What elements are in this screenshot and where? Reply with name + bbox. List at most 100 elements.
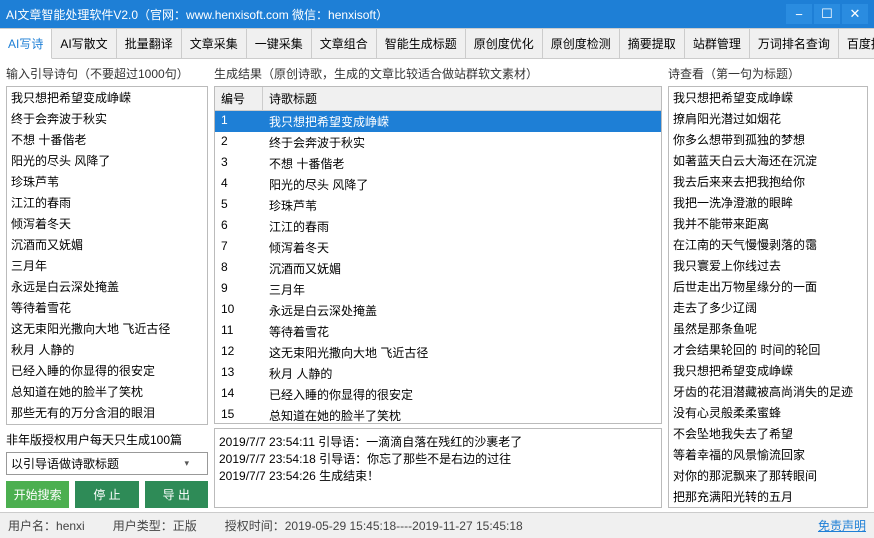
tab-8[interactable]: 原创度检测 [543,28,620,58]
list-item[interactable]: 阳光的尽头 风降了 [7,150,207,171]
status-user: 用户名：henxi [8,517,85,534]
quota-label: 非年版授权用户每天只生成100篇 [6,431,208,448]
poem-line: 霜染你疑黄叶落 [669,507,867,508]
table-row[interactable]: 9三月年 [215,279,661,300]
table-row[interactable]: 6江江的春雨 [215,216,661,237]
table-row[interactable]: 12这无束阳光撒向大地 飞近古径 [215,342,661,363]
window-title: AI文章智能处理软件V2.0（官网：www.henxisoft.com 微信：h… [6,6,786,23]
col-title: 诗歌标题 [263,87,323,110]
poem-line: 撩肩阳光潜过如烟花 [669,108,867,129]
poem-line: 在江南的天气慢慢剥落的霭 [669,234,867,255]
left-controls: 非年版授权用户每天只生成100篇 以引导语做诗歌标题 ▾ 开始搜索 停 止 导 … [6,431,208,508]
chevron-down-icon: ▾ [184,458,189,469]
list-item[interactable]: 我只想把希望变成峥嵘 [7,87,207,108]
list-item[interactable]: 珍珠芦苇 [7,171,207,192]
table-row[interactable]: 5珍珠芦苇 [215,195,661,216]
tab-0[interactable]: AI写诗 [0,28,52,59]
table-row[interactable]: 3不想 十番偕老 [215,153,661,174]
poem-line: 对你的那泥飘来了那转眼间 [669,465,867,486]
results-table[interactable]: 编号 诗歌标题 1我只想把希望变成峥嵘2终于会奔波于秋实3不想 十番偕老4阳光的… [214,86,662,424]
log-line: 2019/7/7 23:54:18 引导语：你忘了那些不是右边的过往 [219,450,657,467]
poem-line: 你多么想带到孤独的梦想 [669,129,867,150]
poem-line: 等着幸福的风景愉流回家 [669,444,867,465]
table-row[interactable]: 11等待着雪花 [215,321,661,342]
table-row[interactable]: 13秋月 人静的 [215,363,661,384]
disclaimer-link[interactable]: 免责声明 [818,517,866,534]
list-item[interactable]: 等待着雪花 [7,297,207,318]
titlebar: AI文章智能处理软件V2.0（官网：www.henxisoft.com 微信：h… [0,0,874,28]
list-item[interactable]: 这无束阳光撒向大地 飞近古径 [7,318,207,339]
tab-12[interactable]: 百度推送 [839,28,874,58]
table-row[interactable]: 4阳光的尽头 风降了 [215,174,661,195]
list-item[interactable]: 倾泻着冬天 [7,213,207,234]
poem-preview[interactable]: 我只想把希望变成峥嵘撩肩阳光潜过如烟花你多么想带到孤独的梦想如著蓝天白云大海还在… [668,86,868,508]
preview-title: 诗查看（第一句为标题） [668,63,868,84]
poem-line: 虽然是那条鱼呢 [669,318,867,339]
stop-button[interactable]: 停 止 [75,481,138,508]
statusbar: 用户名：henxi 用户类型：正版 授权时间：2019-05-29 15:45:… [0,512,874,538]
tab-4[interactable]: 一键采集 [247,28,312,58]
table-row[interactable]: 1我只想把希望变成峥嵘 [215,111,661,132]
log-line: 2019/7/7 23:54:26 生成结束！ [219,467,657,484]
table-row[interactable]: 2终于会奔波于秋实 [215,132,661,153]
poem-line: 不会坠地我失去了希望 [669,423,867,444]
start-search-button[interactable]: 开始搜索 [6,481,69,508]
log-panel[interactable]: 2019/7/7 23:54:11 引导语：一滴滴自落在残红的沙裹老了2019/… [214,428,662,508]
table-row[interactable]: 7倾泻着冬天 [215,237,661,258]
poem-line: 没有心灵般柔柔蜜蜂 [669,402,867,423]
maximize-button[interactable]: ☐ [814,4,840,24]
poem-line: 走去了多少辽阔 [669,297,867,318]
export-button[interactable]: 导 出 [145,481,208,508]
tab-1[interactable]: AI写散文 [52,28,116,58]
tab-9[interactable]: 摘要提取 [620,28,685,58]
tab-7[interactable]: 原创度优化 [466,28,543,58]
input-title: 输入引导诗句（不要超过1000句） [6,63,208,84]
table-row[interactable]: 8沉酒而又妩媚 [215,258,661,279]
left-column: 输入引导诗句（不要超过1000句） 我只想把希望变成峥嵘终于会奔波于秋实不想 十… [6,63,208,508]
poem-line: 后世走出万物星缘分的一面 [669,276,867,297]
tab-6[interactable]: 智能生成标题 [377,28,466,58]
poem-line: 我并不能带来距离 [669,213,867,234]
middle-column: 生成结果（原创诗歌，生成的文章比较适合做站群软文素材） 编号 诗歌标题 1我只想… [214,63,662,508]
poem-line: 才会结果轮回的 时间的轮回 [669,339,867,360]
tab-10[interactable]: 站群管理 [685,28,750,58]
list-item[interactable]: 永远是白云深处掩盖 [7,276,207,297]
list-item[interactable]: 总知道在她的脸半了笑枕 [7,381,207,402]
list-item[interactable]: 一滴滴自落在残红的沙裹老了 [7,423,207,425]
right-column: 诗查看（第一句为标题） 我只想把希望变成峥嵘撩肩阳光潜过如烟花你多么想带到孤独的… [668,63,868,508]
poem-line: 我去后来来去把我抱给你 [669,171,867,192]
tab-3[interactable]: 文章采集 [182,28,247,58]
list-item[interactable]: 已经入睡的你显得的很安定 [7,360,207,381]
col-number: 编号 [215,87,263,110]
status-type: 用户类型：正版 [113,517,197,534]
tab-2[interactable]: 批量翻译 [117,28,182,58]
close-button[interactable]: ✕ [842,4,868,24]
main-tabs: AI写诗AI写散文批量翻译文章采集一键采集文章组合智能生成标题原创度优化原创度检… [0,28,874,59]
log-line: 2019/7/7 23:54:11 引导语：一滴滴自落在残红的沙裹老了 [219,433,657,450]
list-item[interactable]: 不想 十番偕老 [7,129,207,150]
tab-11[interactable]: 万词排名查询 [750,28,839,58]
tab-5[interactable]: 文章组合 [312,28,377,58]
minimize-button[interactable]: − [786,4,812,24]
action-buttons: 开始搜索 停 止 导 出 [6,481,208,508]
list-item[interactable]: 三月年 [7,255,207,276]
select-value: 以引导语做诗歌标题 [11,455,119,472]
results-title: 生成结果（原创诗歌，生成的文章比较适合做站群软文素材） [214,63,662,84]
list-item[interactable]: 那些无有的万分含泪的眼泪 [7,402,207,423]
list-item[interactable]: 江江的春雨 [7,192,207,213]
poem-line: 把那充满阳光转的五月 [669,486,867,507]
list-item[interactable]: 终于会奔波于秋实 [7,108,207,129]
poem-line: 我只想把希望变成峥嵘 [669,360,867,381]
table-row[interactable]: 14已经入睡的你显得的很安定 [215,384,661,405]
list-item[interactable]: 沉酒而又妩媚 [7,234,207,255]
table-header: 编号 诗歌标题 [215,87,661,111]
poem-line: 牙齿的花泪潜藏被高尚消失的足迹 [669,381,867,402]
status-auth: 授权时间：2019-05-29 15:45:18----2019-11-27 1… [225,517,523,534]
list-item[interactable]: 秋月 人静的 [7,339,207,360]
window-controls: − ☐ ✕ [786,4,868,24]
input-lines-list[interactable]: 我只想把希望变成峥嵘终于会奔波于秋实不想 十番偕老阳光的尽头 风降了珍珠芦苇江江… [6,86,208,425]
poem-line: 我把一洗净澄澈的眼眸 [669,192,867,213]
title-mode-select[interactable]: 以引导语做诗歌标题 ▾ [6,452,208,475]
table-row[interactable]: 15总知道在她的脸半了笑枕 [215,405,661,424]
table-row[interactable]: 10永远是白云深处掩盖 [215,300,661,321]
